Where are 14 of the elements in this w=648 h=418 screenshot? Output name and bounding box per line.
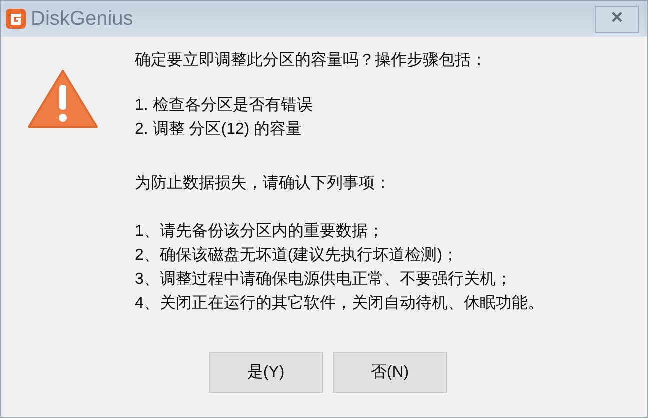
close-button[interactable]: ✕ (595, 6, 639, 32)
checklist-line: 3、调整过程中请确保电源供电正常、不要强行关机； (135, 270, 513, 290)
dialog-button[interactable]: 否(N) (333, 352, 447, 393)
step-line: 2. 调整 分区(12) 的容量 (135, 120, 304, 140)
message-heading: 确定要立即调整此分区的容量吗？操作步骤包括： (135, 50, 488, 71)
checklist-line: 2、确保该磁盘无坏道(建议先执行坏道检测)； (135, 246, 460, 266)
window-title: DiskGenius (31, 7, 134, 32)
checklist-line: 4、关闭正在运行的其它软件，关闭自动待机、休眠功能。 (135, 294, 544, 314)
checklist-line: 1、请先备份该分区内的重要数据； (135, 222, 385, 242)
app-logo-icon (6, 9, 26, 29)
notice-text: 为防止数据损失，请确认下列事项： (135, 174, 392, 194)
dialog-button[interactable]: 是(Y) (209, 352, 323, 393)
step-line: 1. 检查各分区是否有错误 (135, 96, 314, 116)
warning-icon (27, 69, 99, 129)
